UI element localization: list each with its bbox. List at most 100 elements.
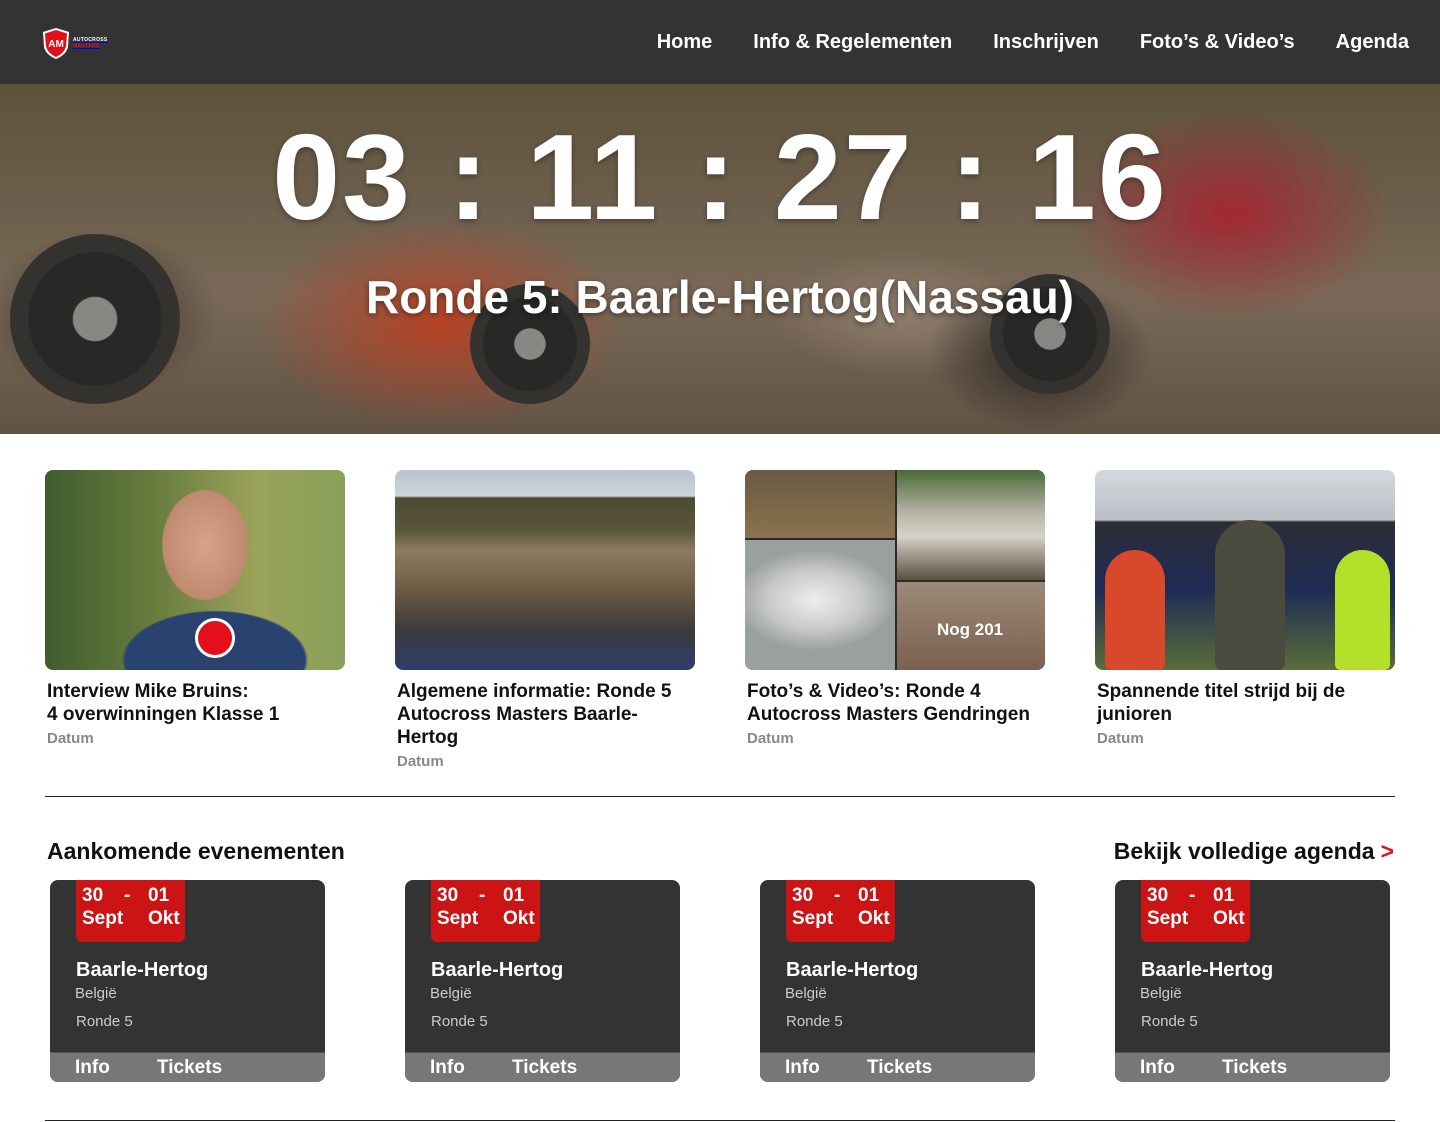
- event-country: België: [430, 985, 472, 1002]
- event-tickets-button[interactable]: Tickets: [1222, 1057, 1287, 1079]
- event-start-day: 30: [82, 885, 104, 906]
- event-date-badge: 30 - 01 Sept Okt: [1141, 880, 1250, 942]
- event-end-day: 01: [503, 885, 525, 906]
- countdown-separator: :: [949, 109, 993, 245]
- event-city: Baarle-Hertog: [431, 959, 564, 981]
- photo-thumbnail: [745, 470, 895, 538]
- top-navbar: AM AUTOCROSS MASTERS Home Info & Regelem…: [0, 0, 1440, 84]
- event-country: België: [75, 985, 117, 1002]
- hero-banner: 03 : 11 : 27 : 16 Ronde 5: Baarle-Hertog…: [0, 84, 1440, 434]
- news-date: Datum: [1097, 730, 1144, 747]
- event-end-day: 01: [1213, 885, 1235, 906]
- event-actions-bar: Info Tickets: [760, 1052, 1035, 1082]
- event-round: Ronde 5: [76, 1013, 133, 1030]
- event-tickets-button[interactable]: Tickets: [157, 1057, 222, 1079]
- countdown-separator: :: [695, 109, 738, 245]
- countdown-seconds: 16: [1028, 109, 1168, 245]
- countdown-timer: 03 : 11 : 27 : 16: [0, 112, 1440, 242]
- event-info-button[interactable]: Info: [785, 1057, 820, 1079]
- podium-person: [1215, 520, 1285, 670]
- event-card: 30 - 01 Sept Okt Baarle-Hertog België Ro…: [760, 880, 1035, 1082]
- nav-item-inschrijven[interactable]: Inschrijven: [993, 31, 1099, 54]
- event-city: Baarle-Hertog: [1141, 959, 1274, 981]
- news-image[interactable]: [45, 470, 345, 670]
- upcoming-events-heading: Aankomende evenementen: [47, 838, 345, 864]
- event-tickets-button[interactable]: Tickets: [512, 1057, 577, 1079]
- event-start-day: 30: [1147, 885, 1169, 906]
- event-card: 30 - 01 Sept Okt Baarle-Hertog België Ro…: [50, 880, 325, 1082]
- event-end-month: Okt: [148, 908, 180, 929]
- event-start-month: Sept: [82, 908, 124, 929]
- shield-logo-icon: AM: [43, 27, 69, 59]
- full-agenda-link[interactable]: Bekijk volledige agenda >: [1114, 838, 1394, 865]
- event-actions-bar: Info Tickets: [405, 1052, 680, 1082]
- nav-item-agenda[interactable]: Agenda: [1336, 31, 1409, 54]
- countdown-hours: 11: [526, 109, 660, 245]
- nav-item-fotos-videos[interactable]: Foto’s & Video’s: [1140, 31, 1295, 54]
- photo-thumbnail: [745, 540, 895, 670]
- section-divider: [45, 1120, 1395, 1121]
- nav-item-home[interactable]: Home: [657, 31, 713, 54]
- section-divider: [45, 796, 1395, 797]
- event-city: Baarle-Hertog: [76, 959, 209, 981]
- event-tickets-button[interactable]: Tickets: [867, 1057, 932, 1079]
- news-title[interactable]: Algemene informatie: Ronde 5 Autocross M…: [397, 680, 695, 749]
- event-round: Ronde 5: [1141, 1013, 1198, 1030]
- event-start-month: Sept: [792, 908, 834, 929]
- event-info-button[interactable]: Info: [75, 1057, 110, 1079]
- chevron-right-icon: >: [1380, 838, 1394, 864]
- news-date: Datum: [397, 753, 444, 770]
- logo-line2: MASTERS: [73, 43, 100, 49]
- event-start-month: Sept: [437, 908, 479, 929]
- event-actions-bar: Info Tickets: [1115, 1052, 1390, 1082]
- event-end-day: 01: [148, 885, 170, 906]
- event-date-badge: 30 - 01 Sept Okt: [431, 880, 540, 942]
- event-end-month: Okt: [503, 908, 535, 929]
- event-card: 30 - 01 Sept Okt Baarle-Hertog België Ro…: [1115, 880, 1390, 1082]
- news-card[interactable]: Interview Mike Bruins: 4 overwinningen K…: [45, 470, 345, 747]
- podium-person: [1335, 550, 1390, 670]
- hero-event-title: Ronde 5: Baarle-Hertog(Nassau): [365, 271, 1075, 323]
- news-title[interactable]: Spannende titel strijd bij de junioren: [1097, 680, 1395, 726]
- news-image[interactable]: [1095, 470, 1395, 670]
- podium-person: [1105, 550, 1165, 670]
- event-date-dash: -: [124, 885, 131, 906]
- nav-item-info-regelementen[interactable]: Info & Regelementen: [753, 31, 952, 54]
- event-start-month: Sept: [1147, 908, 1189, 929]
- photo-thumbnail: [897, 470, 1045, 580]
- countdown-separator: :: [447, 109, 491, 245]
- event-round: Ronde 5: [431, 1013, 488, 1030]
- event-card: 30 - 01 Sept Okt Baarle-Hertog België Ro…: [405, 880, 680, 1082]
- news-card[interactable]: Algemene informatie: Ronde 5 Autocross M…: [395, 470, 695, 770]
- event-end-day: 01: [858, 885, 880, 906]
- more-photos-count: Nog 201: [937, 620, 1004, 639]
- event-end-month: Okt: [1213, 908, 1245, 929]
- logo-initials: AM: [48, 39, 64, 50]
- event-info-button[interactable]: Info: [430, 1057, 465, 1079]
- countdown-minutes: 27: [773, 109, 914, 245]
- news-section: Interview Mike Bruins: 4 overwinningen K…: [45, 470, 1395, 780]
- event-start-day: 30: [792, 885, 814, 906]
- full-agenda-label: Bekijk volledige agenda: [1113, 838, 1375, 864]
- news-card[interactable]: Nog 201 Foto’s & Video’s: Ronde 4 Autocr…: [745, 470, 1045, 747]
- event-date-badge: 30 - 01 Sept Okt: [76, 880, 185, 942]
- event-round: Ronde 5: [786, 1013, 843, 1030]
- news-title[interactable]: Interview Mike Bruins: 4 overwinningen K…: [47, 680, 345, 726]
- event-start-day: 30: [437, 885, 459, 906]
- event-date-dash: -: [479, 885, 486, 906]
- event-date-badge: 30 - 01 Sept Okt: [786, 880, 895, 942]
- event-end-month: Okt: [858, 908, 890, 929]
- main-nav: Home Info & Regelementen Inschrijven Fot…: [616, 0, 1409, 84]
- news-image[interactable]: [395, 470, 695, 670]
- event-info-button[interactable]: Info: [1140, 1057, 1175, 1079]
- site-logo[interactable]: AM AUTOCROSS MASTERS: [42, 26, 118, 60]
- logo-wordmark: AUTOCROSS MASTERS: [73, 37, 108, 49]
- news-date: Datum: [47, 730, 94, 747]
- event-date-dash: -: [834, 885, 841, 906]
- news-date: Datum: [747, 730, 794, 747]
- event-country: België: [785, 985, 827, 1002]
- news-photo-grid[interactable]: Nog 201: [745, 470, 1045, 670]
- event-city: Baarle-Hertog: [786, 959, 919, 981]
- news-card[interactable]: Spannende titel strijd bij de junioren D…: [1095, 470, 1395, 747]
- news-title[interactable]: Foto’s & Video’s: Ronde 4 Autocross Mast…: [747, 680, 1045, 726]
